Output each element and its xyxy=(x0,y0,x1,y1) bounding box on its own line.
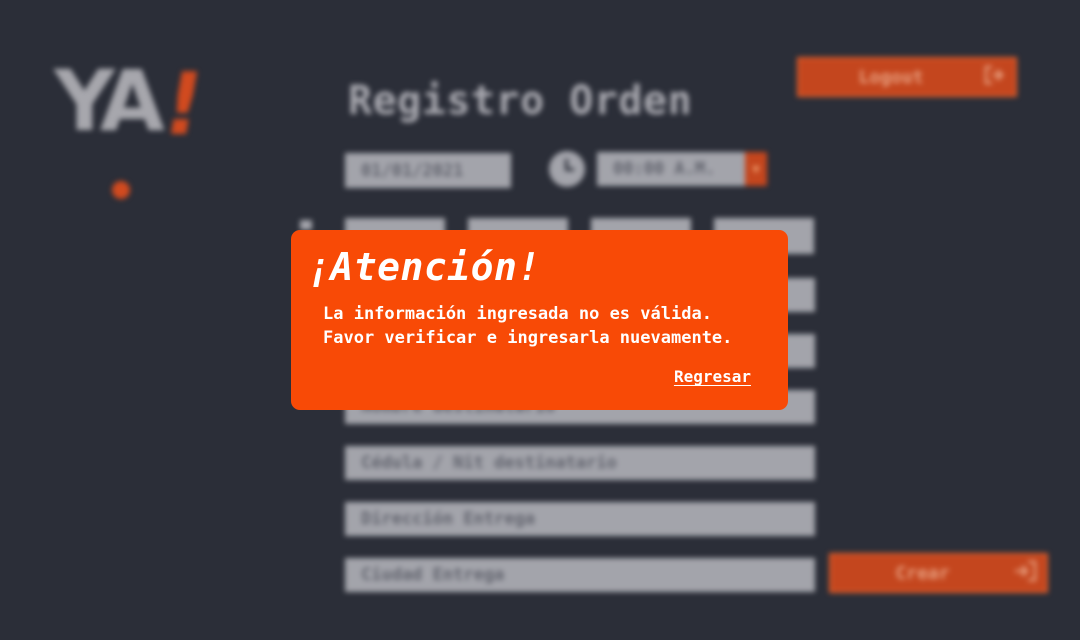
logout-button[interactable]: Logout xyxy=(797,57,1017,97)
alert-dialog: ¡Atención! La información ingresada no e… xyxy=(291,230,788,410)
app-screen: YA ! Registro Orden Logout 01/01/2021 00… xyxy=(0,0,1080,640)
chevron-down-icon[interactable]: ▼ xyxy=(745,152,767,186)
ya-logo: YA ! xyxy=(54,52,212,199)
time-field[interactable]: 00:00 A.M. xyxy=(597,152,745,186)
logo-text: YA xyxy=(54,52,165,150)
alert-message: La información ingresada no es válida. F… xyxy=(323,304,733,348)
alert-title: ¡Atención! xyxy=(307,245,541,289)
clock-icon xyxy=(549,151,585,187)
logo-dot xyxy=(112,181,130,199)
logout-label: Logout xyxy=(858,66,924,88)
logo-exclamation: ! xyxy=(155,55,213,155)
page-title: Registro Orden xyxy=(348,78,693,124)
delivery-city-field[interactable]: Ciudad Entrega xyxy=(345,558,815,592)
logout-icon xyxy=(975,65,1015,90)
create-button[interactable]: Crear xyxy=(829,553,1048,593)
create-label: Crear xyxy=(895,562,950,584)
login-arrow-icon xyxy=(1006,560,1046,587)
date-field[interactable]: 01/01/2021 xyxy=(345,153,511,188)
back-link[interactable]: Regresar xyxy=(674,367,751,386)
recipient-id-field[interactable]: Cédula / Nit destinatario xyxy=(345,446,815,480)
delivery-address-field[interactable]: Dirección Entrega xyxy=(345,502,815,536)
field-marker xyxy=(300,220,312,230)
